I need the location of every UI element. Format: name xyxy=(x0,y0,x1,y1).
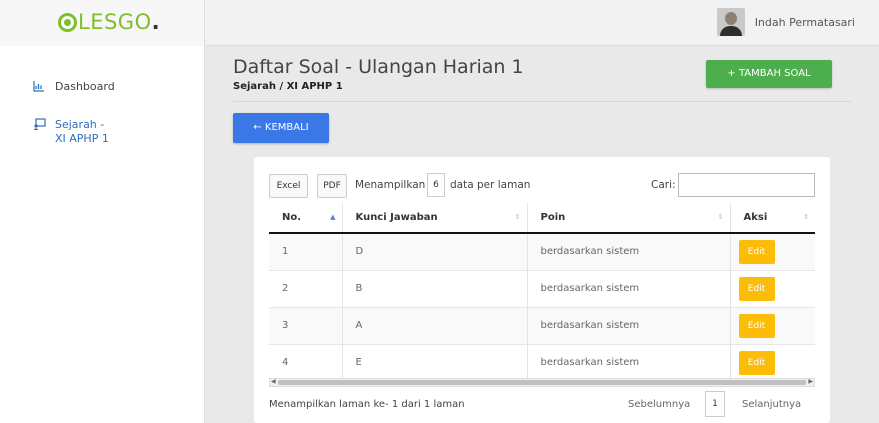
export-pdf-button[interactable]: PDF xyxy=(317,174,347,198)
pagination-page-1[interactable]: 1 xyxy=(705,391,725,417)
back-button[interactable]: ← KEMBALI xyxy=(233,113,329,143)
sort-asc-icon: ▲ xyxy=(330,213,336,221)
question-table-card: Excel PDF Menampilkan 6 data per laman C… xyxy=(254,157,830,423)
sort-icon: ⇕ xyxy=(514,213,521,221)
cell-answer-key: D xyxy=(341,232,527,270)
divider xyxy=(233,101,851,102)
logo-dot: . xyxy=(151,10,161,34)
table-row: 1 D berdasarkan sistem Edit xyxy=(269,232,815,270)
column-header-label: Aksi xyxy=(743,212,768,223)
cell-action: Edit xyxy=(729,269,815,307)
data-table: No. ▲ Kunci Jawaban ⇕ Poin ⇕ Aksi ⇕ 1 D berd… xyxy=(269,203,815,389)
logo-text: LESGO xyxy=(78,10,152,34)
page-length-select[interactable]: 6 xyxy=(427,173,445,197)
pagination-next[interactable]: Selanjutnya xyxy=(742,399,801,410)
edit-button[interactable]: Edit xyxy=(738,350,775,375)
sort-icon: ⇕ xyxy=(803,213,809,221)
cell-points: berdasarkan sistem xyxy=(526,232,730,270)
edit-button[interactable]: Edit xyxy=(738,276,775,301)
column-header-label: Kunci Jawaban xyxy=(355,212,438,223)
scrollbar-thumb[interactable] xyxy=(278,380,806,385)
cell-answer-key: E xyxy=(341,343,527,381)
cell-no: 1 xyxy=(269,232,342,270)
cell-no: 2 xyxy=(269,269,342,307)
page-length-prefix: Menampilkan xyxy=(355,179,426,191)
user-name[interactable]: Indah Permatasari xyxy=(755,16,855,29)
cell-points: berdasarkan sistem xyxy=(526,343,730,381)
sidebar-item-sejarah[interactable]: Sejarah - XI APHP 1 xyxy=(33,118,117,146)
table-row: 3 A berdasarkan sistem Edit xyxy=(269,306,815,344)
horizontal-scrollbar[interactable]: ◀ ▶ xyxy=(269,378,815,387)
cell-points: berdasarkan sistem xyxy=(526,269,730,307)
app-logo[interactable]: LESGO . xyxy=(58,10,160,34)
table-row: 4 E berdasarkan sistem Edit xyxy=(269,343,815,381)
brand-area: LESGO . xyxy=(0,0,205,46)
teacher-board-icon xyxy=(33,118,46,130)
breadcrumb: Sejarah / XI APHP 1 xyxy=(233,81,343,92)
pagination-previous[interactable]: Sebelumnya xyxy=(628,399,690,410)
page-length-suffix: data per laman xyxy=(450,179,531,191)
page-title: Daftar Soal - Ulangan Harian 1 xyxy=(233,56,524,78)
sidebar-item-label: Dashboard xyxy=(55,80,115,93)
cell-answer-key: B xyxy=(341,269,527,307)
edit-button[interactable]: Edit xyxy=(738,313,775,338)
add-question-button[interactable]: + TAMBAH SOAL xyxy=(706,60,832,88)
column-header-no[interactable]: No. ▲ xyxy=(269,203,342,234)
sort-icon: ⇕ xyxy=(717,213,724,221)
column-header-kunci[interactable]: Kunci Jawaban ⇕ xyxy=(341,203,527,234)
column-header-label: No. xyxy=(282,212,302,223)
pagination-info: Menampilkan laman ke- 1 dari 1 laman xyxy=(269,399,465,410)
column-header-label: Poin xyxy=(540,212,566,223)
scroll-right-icon[interactable]: ▶ xyxy=(808,378,813,385)
cell-no: 4 xyxy=(269,343,342,381)
cell-action: Edit xyxy=(729,306,815,344)
sidebar: Dashboard Sejarah - XI APHP 1 xyxy=(0,46,205,423)
avatar[interactable] xyxy=(716,8,745,36)
cell-answer-key: A xyxy=(341,306,527,344)
top-bar: LESGO . Indah Permatasari xyxy=(0,0,879,46)
search-input[interactable] xyxy=(678,173,815,197)
chart-icon xyxy=(33,80,45,92)
sidebar-item-label: Sejarah - XI APHP 1 xyxy=(55,118,109,145)
cell-points: berdasarkan sistem xyxy=(526,306,730,344)
cell-no: 3 xyxy=(269,306,342,344)
column-header-poin[interactable]: Poin ⇕ xyxy=(526,203,730,234)
column-header-aksi[interactable]: Aksi ⇕ xyxy=(729,203,815,234)
edit-button[interactable]: Edit xyxy=(738,239,775,264)
logo-ring-icon xyxy=(58,12,77,32)
export-excel-button[interactable]: Excel xyxy=(269,174,308,198)
main-content: Daftar Soal - Ulangan Harian 1 Sejarah /… xyxy=(205,46,879,423)
cell-action: Edit xyxy=(729,343,815,381)
table-row: 2 B berdasarkan sistem Edit xyxy=(269,269,815,307)
cell-action: Edit xyxy=(729,232,815,270)
sidebar-item-dashboard[interactable]: Dashboard xyxy=(33,80,115,93)
search-label: Cari: xyxy=(651,179,676,191)
user-menu[interactable]: Indah Permatasari xyxy=(716,8,855,36)
scroll-left-icon[interactable]: ◀ xyxy=(271,378,276,385)
